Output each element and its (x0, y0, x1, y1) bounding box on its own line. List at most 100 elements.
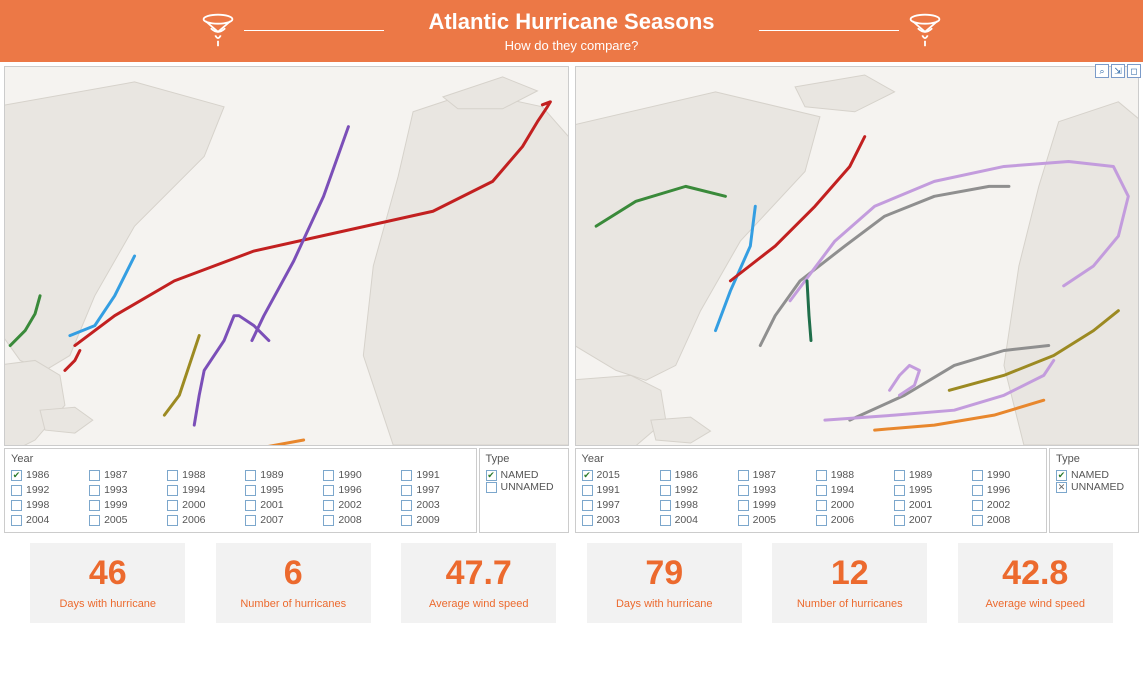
year-checkbox-2000[interactable]: 2000 (167, 499, 235, 511)
year-checkbox-2003[interactable]: 2003 (401, 499, 469, 511)
year-checkbox-1995[interactable]: 1995 (894, 484, 962, 496)
year-checkbox-2005[interactable]: 2005 (738, 514, 806, 526)
year-checkbox-1996[interactable]: 1996 (323, 484, 391, 496)
type-filter-title: Type (486, 453, 562, 465)
year-checkbox-2001[interactable]: 2001 (894, 499, 962, 511)
year-checkbox-1993[interactable]: 1993 (738, 484, 806, 496)
year-checkbox-1997[interactable]: 1997 (582, 499, 650, 511)
year-checkbox-1994[interactable]: 1994 (816, 484, 884, 496)
year-checkbox-1991[interactable]: 1991 (401, 469, 469, 481)
year-checkbox-1999[interactable]: 1999 (738, 499, 806, 511)
stat-label: Days with hurricane (616, 598, 713, 610)
tornado-icon (907, 12, 943, 48)
year-checkbox-1992[interactable]: 1992 (11, 484, 79, 496)
year-checkbox-2001[interactable]: 2001 (245, 499, 313, 511)
year-label: 2006 (182, 514, 205, 526)
year-filter-title: Year (11, 453, 470, 465)
year-checkbox-2006[interactable]: 2006 (167, 514, 235, 526)
checkbox-icon (582, 485, 593, 496)
maximize-button[interactable]: ◻ (1127, 64, 1141, 78)
type-unnamed-checkbox[interactable]: UNNAMED (486, 481, 562, 493)
checkbox-icon (660, 485, 671, 496)
year-label: 2002 (338, 499, 361, 511)
year-checkbox-1990[interactable]: 1990 (323, 469, 391, 481)
year-checkbox-1998[interactable]: 1998 (11, 499, 79, 511)
hurricane-track[interactable] (889, 365, 919, 395)
year-label: 2008 (338, 514, 361, 526)
year-label: 2003 (597, 514, 620, 526)
year-label: 1996 (987, 484, 1010, 496)
checkbox-icon (401, 485, 412, 496)
checkbox-icon (89, 515, 100, 526)
right-map[interactable] (575, 66, 1140, 446)
year-checkbox-1987[interactable]: 1987 (738, 469, 806, 481)
type-filter-title: Type (1056, 453, 1132, 465)
stat-wind: 47.7 Average wind speed (401, 543, 556, 623)
year-checkbox-1994[interactable]: 1994 (167, 484, 235, 496)
year-label: 1997 (416, 484, 439, 496)
left-map[interactable] (4, 66, 569, 446)
year-checkbox-1988[interactable]: 1988 (167, 469, 235, 481)
left-year-filter: Year 1986 1987 1988 1989 1990 1991 1992 1993 199… (4, 448, 477, 533)
year-checkbox-2002[interactable]: 2002 (972, 499, 1040, 511)
year-checkbox-2005[interactable]: 2005 (89, 514, 157, 526)
year-checkbox-2003[interactable]: 2003 (582, 514, 650, 526)
year-label: 2001 (909, 499, 932, 511)
year-checkbox-1990[interactable]: 1990 (972, 469, 1040, 481)
year-checkbox-2006[interactable]: 2006 (816, 514, 884, 526)
checkbox-icon (89, 500, 100, 511)
year-checkbox-2002[interactable]: 2002 (323, 499, 391, 511)
checkbox-icon (167, 485, 178, 496)
checkbox-icon (323, 500, 334, 511)
type-named-checkbox[interactable]: NAMED (1056, 469, 1132, 481)
checkbox-icon (401, 500, 412, 511)
year-checkbox-1995[interactable]: 1995 (245, 484, 313, 496)
hurricane-track[interactable] (194, 316, 269, 425)
year-checkbox-1989[interactable]: 1989 (894, 469, 962, 481)
type-named-checkbox[interactable]: NAMED (486, 469, 562, 481)
year-checkbox-2008[interactable]: 2008 (323, 514, 391, 526)
hurricane-track[interactable] (760, 186, 1009, 345)
year-checkbox-2009[interactable]: 2009 (401, 514, 469, 526)
year-checkbox-1986[interactable]: 1986 (11, 469, 79, 481)
hurricane-track[interactable] (100, 440, 304, 445)
year-label: 1986 (26, 469, 49, 481)
year-checkbox-2004[interactable]: 2004 (660, 514, 728, 526)
year-label: 2008 (987, 514, 1010, 526)
year-checkbox-2004[interactable]: 2004 (11, 514, 79, 526)
left-panel: Year 1986 1987 1988 1989 1990 1991 1992 1993 199… (4, 66, 569, 533)
year-checkbox-1991[interactable]: 1991 (582, 484, 650, 496)
right-panel: Year 20151986198719881989199019911992199… (575, 66, 1140, 533)
year-checkbox-2008[interactable]: 2008 (972, 514, 1040, 526)
export-button[interactable]: ⇲ (1111, 64, 1125, 78)
year-checkbox-1999[interactable]: 1999 (89, 499, 157, 511)
stat-value: 12 (831, 556, 869, 590)
year-checkbox-2000[interactable]: 2000 (816, 499, 884, 511)
year-checkbox-1987[interactable]: 1987 (89, 469, 157, 481)
year-checkbox-2007[interactable]: 2007 (894, 514, 962, 526)
year-checkbox-1986[interactable]: 1986 (660, 469, 728, 481)
year-checkbox-1992[interactable]: 1992 (660, 484, 728, 496)
year-checkbox-1989[interactable]: 1989 (245, 469, 313, 481)
year-checkbox-2015[interactable]: 2015 (582, 469, 650, 481)
hurricane-track[interactable] (164, 336, 199, 416)
divider-line (759, 30, 899, 31)
checkbox-icon (816, 515, 827, 526)
year-label: 2007 (909, 514, 932, 526)
reset-search-button[interactable]: ⌕ (1095, 64, 1109, 78)
year-checkbox-1993[interactable]: 1993 (89, 484, 157, 496)
year-checkbox-2007[interactable]: 2007 (245, 514, 313, 526)
year-label: 1990 (338, 469, 361, 481)
stat-days: 46 Days with hurricane (30, 543, 185, 623)
hurricane-track[interactable] (807, 281, 811, 341)
year-checkbox-1996[interactable]: 1996 (972, 484, 1040, 496)
stat-wind: 42.8 Average wind speed (958, 543, 1113, 623)
checkbox-icon (972, 500, 983, 511)
year-checkbox-1998[interactable]: 1998 (660, 499, 728, 511)
type-unnamed-checkbox[interactable]: UNNAMED (1056, 481, 1132, 493)
checkbox-icon (582, 470, 593, 481)
year-label: 1986 (675, 469, 698, 481)
year-checkbox-1997[interactable]: 1997 (401, 484, 469, 496)
checkbox-icon (660, 500, 671, 511)
year-checkbox-1988[interactable]: 1988 (816, 469, 884, 481)
